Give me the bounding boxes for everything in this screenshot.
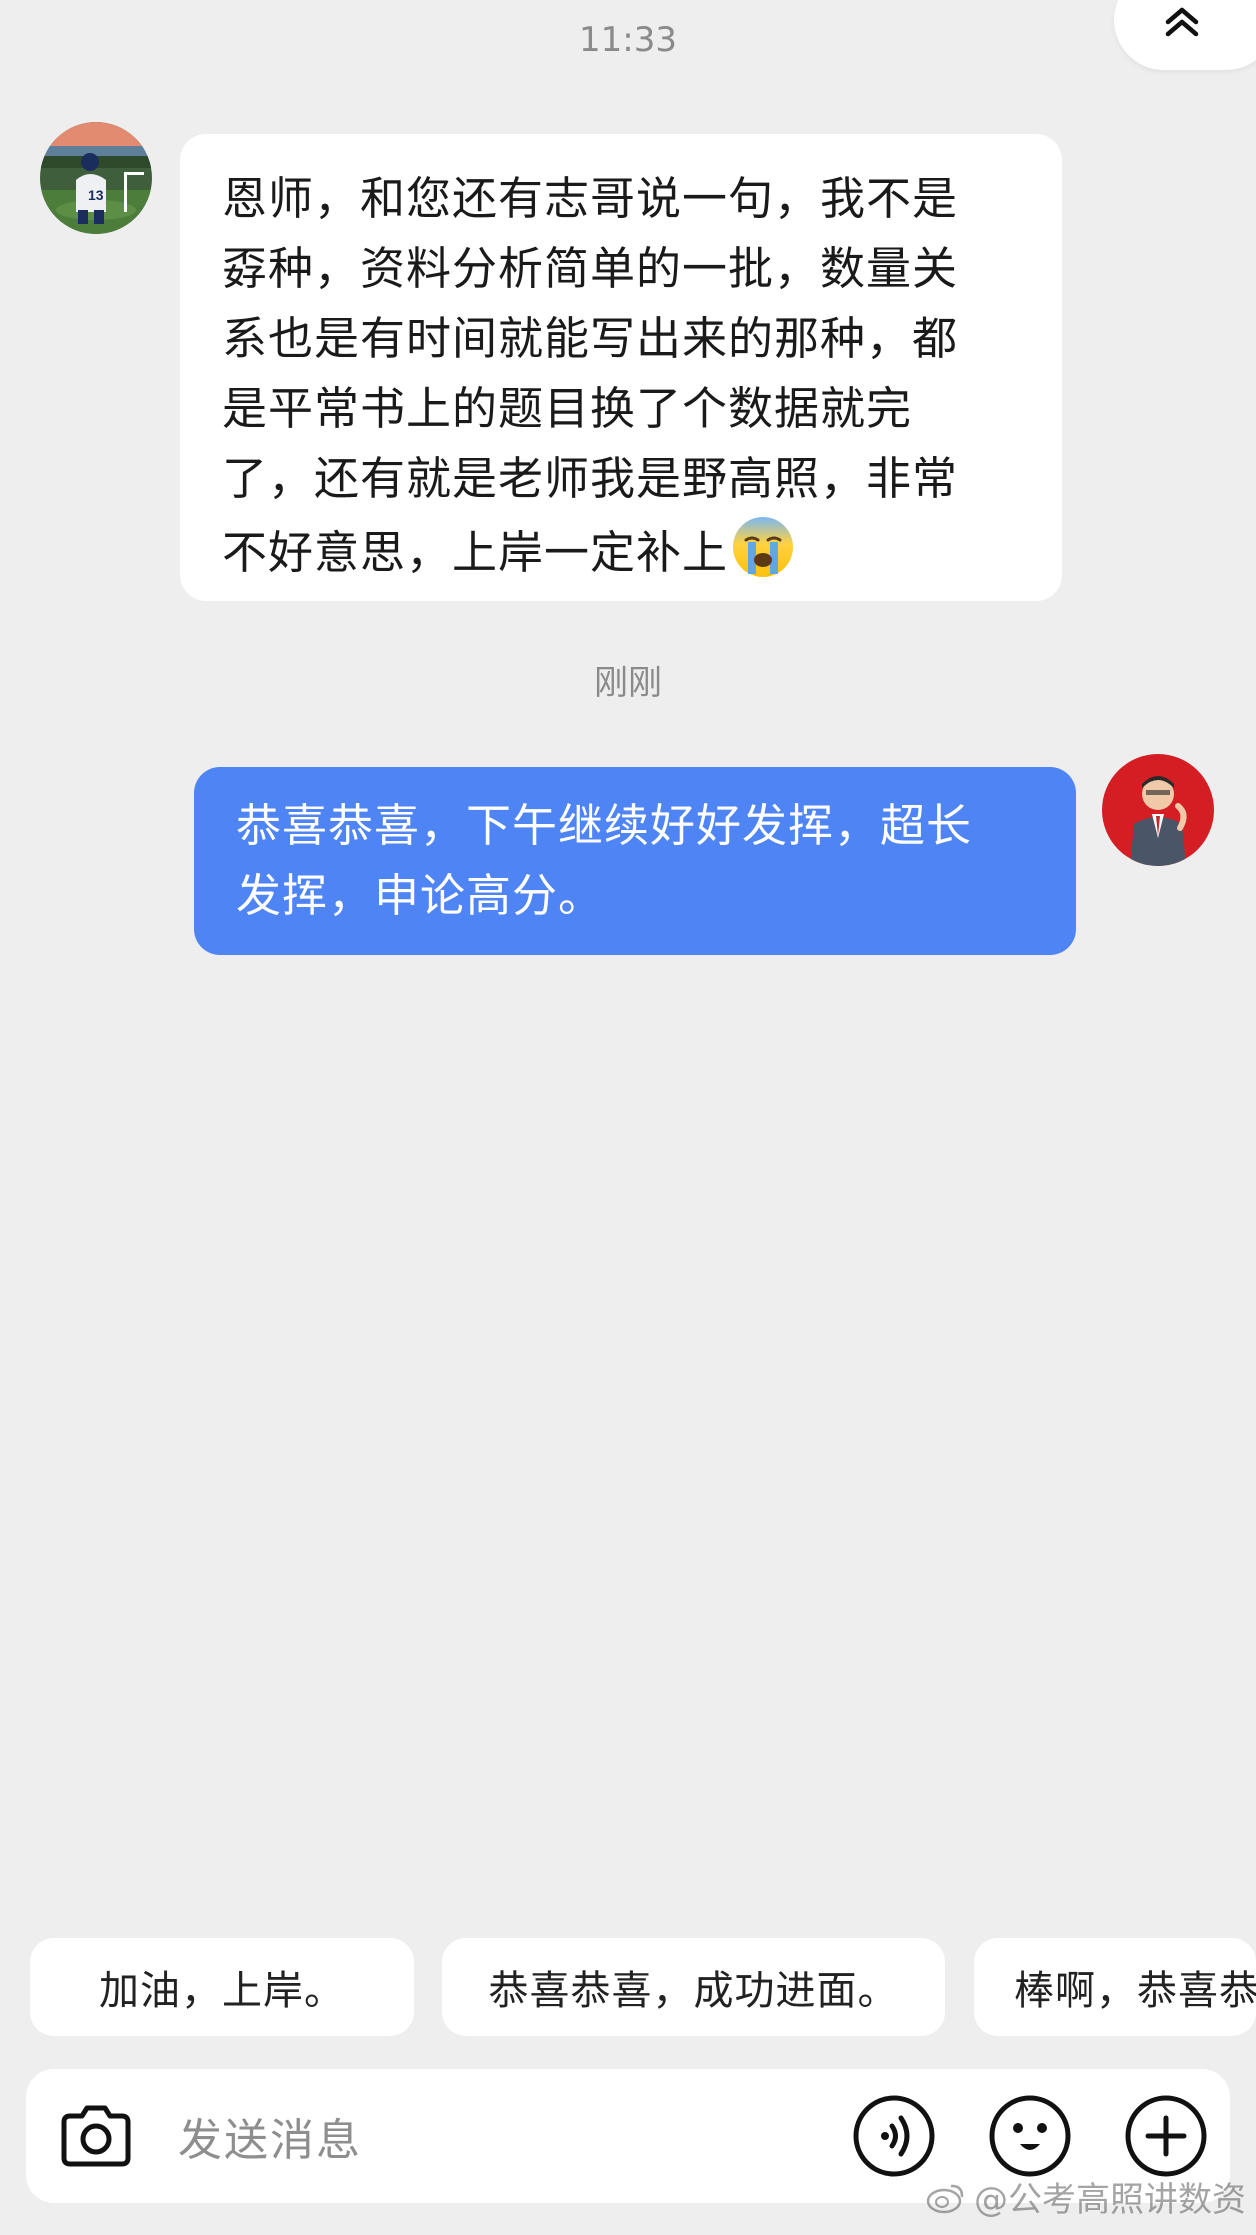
message-line: 孬种，资料分析简单的一批，数量关 [222, 242, 959, 295]
middle-timestamp: 刚刚 [594, 663, 662, 703]
student-avatar[interactable]: 13 [40, 122, 152, 234]
double-chevron-up-icon [1165, 7, 1199, 37]
incoming-message[interactable]: 恩师，和您还有志哥说一句，我不是 孬种，资料分析简单的一批，数量关 系也是有时间… [180, 134, 1062, 601]
message-line: 恭喜恭喜，下午继续好好发挥，超长 [236, 799, 973, 852]
emoji-button[interactable] [988, 2094, 1072, 2178]
camera-button[interactable] [54, 2094, 138, 2178]
svg-text:13: 13 [88, 187, 104, 203]
top-timestamp: 11:33 [579, 20, 677, 60]
message-line-last: 不好意思，上岸一定补上 [222, 514, 1022, 588]
quick-reply-chip[interactable]: 棒啊，恭喜恭 [974, 1938, 1256, 2036]
collapse-button[interactable] [1114, 0, 1256, 70]
message-input[interactable]: 发送消息 [178, 2069, 362, 2203]
quick-replies: 加油，上岸。 恭喜恭喜，成功进面。 棒啊，恭喜恭 [0, 1938, 1256, 2038]
message-line: 是平常书上的题目换了个数据就完 [222, 382, 913, 435]
emoji-icon [989, 2095, 1071, 2177]
more-button[interactable] [1124, 2094, 1208, 2178]
plus-icon [1125, 2095, 1207, 2177]
quick-reply-chip[interactable]: 恭喜恭喜，成功进面。 [442, 1938, 945, 2036]
message-line: 了，还有就是老师我是野高照，非常 [222, 452, 959, 505]
quick-reply-chip[interactable]: 加油，上岸。 [30, 1938, 414, 2036]
watermark-text: @公考高照讲数资 [974, 2180, 1246, 2220]
message-line: 系也是有时间就能写出来的那种，都 [222, 312, 959, 365]
teacher-avatar[interactable] [1102, 754, 1214, 866]
voice-icon [853, 2095, 935, 2177]
crying-face-icon [733, 517, 794, 577]
message-line-text: 不好意思，上岸一定补上 [222, 526, 729, 579]
camera-icon [61, 2105, 131, 2167]
outgoing-message[interactable]: 恭喜恭喜，下午继续好好发挥，超长 发挥，申论高分。 [194, 767, 1076, 955]
watermark: @公考高照讲数资 [926, 2172, 1246, 2221]
message-line: 恩师，和您还有志哥说一句，我不是 [222, 172, 959, 225]
weibo-logo-icon [926, 2184, 964, 2213]
voice-button[interactable] [852, 2094, 936, 2178]
message-line: 发挥，申论高分。 [236, 869, 605, 922]
